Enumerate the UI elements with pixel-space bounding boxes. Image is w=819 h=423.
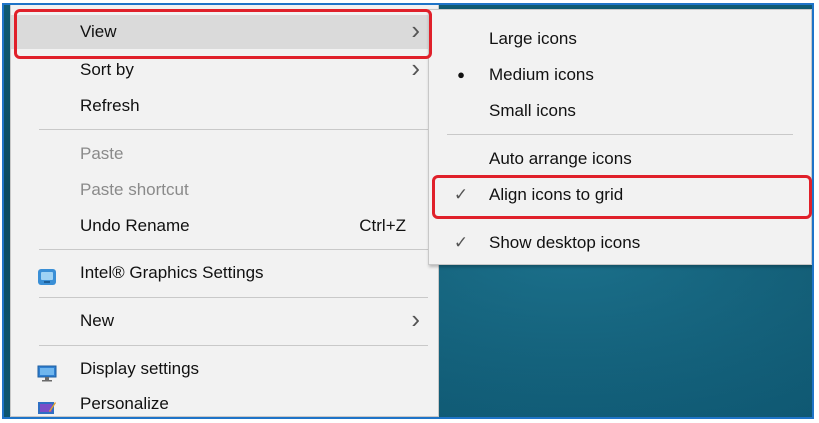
menu-item-label: Auto arrange icons <box>489 149 632 168</box>
menu-separator <box>447 218 793 219</box>
menu-item-label: Paste shortcut <box>80 180 189 199</box>
checkmark-icon: ✓ <box>453 185 469 204</box>
menu-item-refresh[interactable]: Refresh <box>11 89 438 123</box>
checkmark-icon: ✓ <box>453 233 469 252</box>
menu-item-label: Align icons to grid <box>489 185 624 204</box>
screenshot-frame: View › Sort by › Refresh Paste Paste sho… <box>2 3 814 419</box>
personalize-icon <box>37 395 57 414</box>
menu-item-label: Paste <box>80 144 124 163</box>
menu-item-new[interactable]: New › <box>11 304 438 338</box>
display-icon <box>37 360 57 382</box>
submenu-item-auto-arrange[interactable]: Auto arrange icons <box>429 142 811 176</box>
chevron-right-icon: › <box>411 53 420 83</box>
menu-item-personalize[interactable]: Personalize <box>11 387 438 417</box>
menu-item-label: New <box>80 311 115 330</box>
menu-item-paste-shortcut[interactable]: Paste shortcut <box>11 173 438 207</box>
menu-item-label: Small icons <box>489 101 576 120</box>
menu-separator <box>39 345 428 346</box>
menu-item-label: Show desktop icons <box>489 233 641 252</box>
menu-separator <box>39 249 428 250</box>
chevron-right-icon: › <box>411 304 420 334</box>
submenu-item-small-icons[interactable]: Small icons <box>429 94 811 128</box>
desktop-context-menu: View › Sort by › Refresh Paste Paste sho… <box>10 5 439 417</box>
selected-bullet-icon: ● <box>457 67 465 82</box>
menu-separator <box>447 134 793 135</box>
submenu-item-large-icons[interactable]: Large icons <box>429 22 811 56</box>
menu-item-intel-graphics[interactable]: Intel® Graphics Settings <box>11 256 438 290</box>
chevron-right-icon: › <box>411 15 420 45</box>
menu-item-label: Undo Rename <box>80 216 190 235</box>
menu-item-display-settings[interactable]: Display settings <box>11 352 438 386</box>
menu-item-label: Personalize <box>80 394 169 413</box>
menu-item-label: Intel® Graphics Settings <box>80 263 264 282</box>
menu-item-label: View <box>80 22 117 41</box>
menu-item-label: Display settings <box>80 359 200 378</box>
intel-graphics-icon <box>37 264 57 285</box>
submenu-item-medium-icons[interactable]: ● Medium icons <box>429 58 811 92</box>
menu-item-paste[interactable]: Paste <box>11 137 438 171</box>
menu-item-label: Large icons <box>489 29 577 48</box>
menu-item-undo-rename[interactable]: Undo Rename Ctrl+Z <box>11 209 438 243</box>
menu-item-label: Medium icons <box>489 65 594 84</box>
menu-item-view[interactable]: View › <box>11 15 438 49</box>
menu-item-sort-by[interactable]: Sort by › <box>11 53 438 87</box>
submenu-item-show-desktop-icons[interactable]: ✓ Show desktop icons <box>429 226 811 260</box>
menu-separator <box>39 129 428 130</box>
menu-item-label: Sort by <box>80 60 134 79</box>
submenu-item-align-to-grid[interactable]: ✓ Align icons to grid <box>429 178 811 212</box>
keyboard-shortcut: Ctrl+Z <box>359 216 406 235</box>
menu-item-label: Refresh <box>80 96 140 115</box>
menu-separator <box>39 297 428 298</box>
view-submenu: Large icons ● Medium icons Small icons A… <box>428 9 812 265</box>
